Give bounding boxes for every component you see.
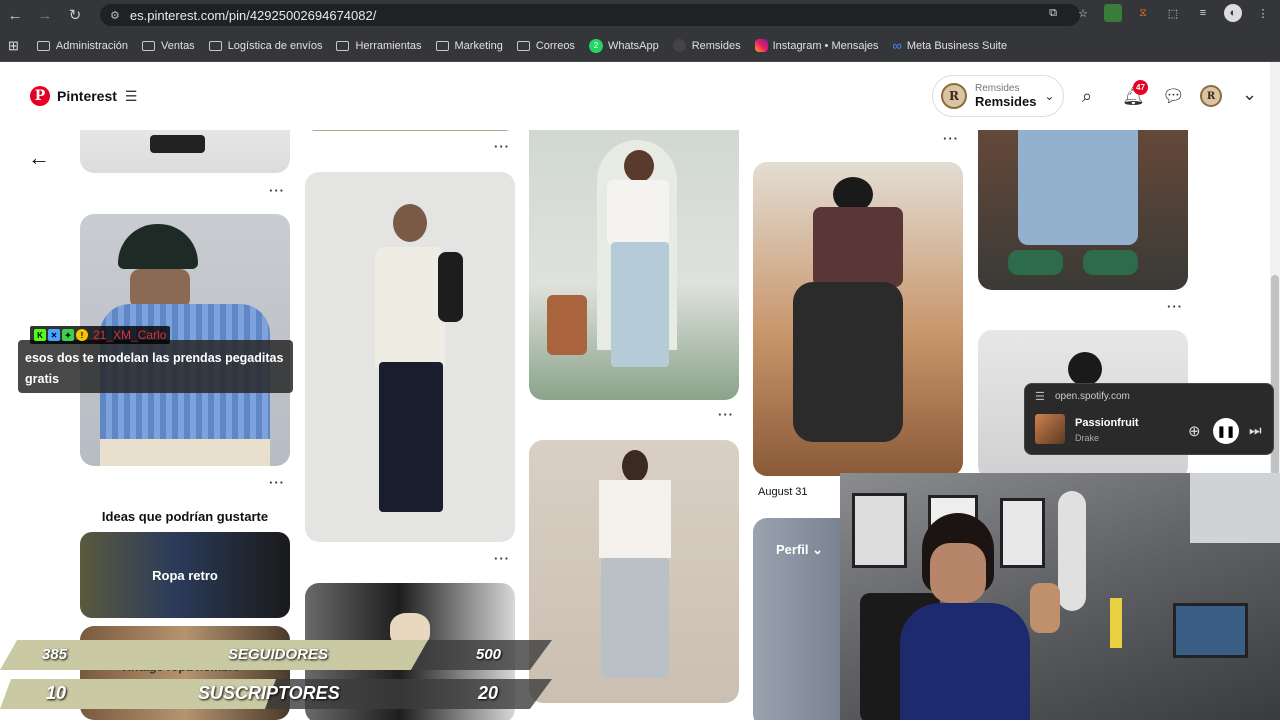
more-options-icon[interactable]: ··· (1167, 299, 1183, 314)
meta-icon: ∞ (892, 38, 902, 53)
pin-image[interactable] (305, 130, 515, 131)
track-title: Passionfruit (1075, 417, 1139, 429)
idea-card-ropa-retro[interactable]: Ropa retro (80, 532, 290, 618)
bookmark-instagram[interactable]: Instagram • Mensajes (754, 39, 879, 52)
back-arrow-icon[interactable]: ← (0, 0, 30, 30)
bookmark-remsides[interactable]: Remsides (672, 39, 741, 52)
install-icon[interactable]: ⧉ (1044, 4, 1062, 22)
account-switcher[interactable]: R Remsides Remsides ⌄ (932, 75, 1064, 117)
reading-list-icon[interactable]: ≡ (1194, 4, 1212, 22)
more-options-icon[interactable]: ··· (943, 131, 959, 146)
extension-orange-icon[interactable]: ⧖ (1134, 4, 1152, 22)
followers-goal: 500 (476, 646, 502, 663)
more-options-icon[interactable]: ··· (269, 183, 285, 198)
bookmark-meta[interactable]: ∞ Meta Business Suite (893, 38, 1008, 53)
pin-image[interactable] (80, 130, 290, 173)
gift-badge-icon: ! (76, 329, 88, 341)
account-label: Remsides (975, 83, 1020, 94)
webcam-overlay (840, 473, 1280, 720)
next-track-icon[interactable]: ⏭ (1249, 422, 1262, 439)
reload-icon[interactable]: ↻ (60, 0, 90, 30)
kick-badge-icon: K (34, 329, 46, 341)
instagram-icon (754, 39, 768, 52)
account-name: Remsides (975, 94, 1037, 109)
pin-image[interactable] (978, 130, 1188, 290)
bookmark-logistica[interactable]: Logística de envíos (208, 40, 322, 52)
chat-username: K ✕ ✦ ! 21_XM_Carlo (30, 326, 171, 344)
ideas-heading: Ideas que podrían gustarte (101, 509, 269, 524)
pinterest-logo[interactable]: P Pinterest ☰ (30, 86, 137, 106)
spotify-source: open.spotify.com (1055, 391, 1130, 402)
apps-grid-icon[interactable]: ⊞ (8, 38, 19, 54)
pinterest-p-icon: P (30, 86, 50, 106)
bookmark-administracion[interactable]: Administración (36, 40, 128, 52)
back-arrow-icon[interactable]: ← (28, 145, 50, 171)
pinterest-header: P Pinterest ☰ R Remsides Remsides ⌄ ⌕ 🔔︎… (0, 62, 1270, 130)
bookmarks-bar: ⊞ Administración Ventas Logística de env… (0, 30, 1280, 62)
profile-avatar[interactable]: R (1200, 85, 1222, 107)
add-icon[interactable]: ⊕ (1188, 422, 1201, 440)
pin-image[interactable] (305, 172, 515, 542)
search-icon[interactable]: ⌕ (1082, 86, 1092, 107)
bookmark-marketing[interactable]: Marketing (435, 40, 503, 52)
pin-image[interactable] (529, 440, 739, 703)
chat-message: esos dos te modelan las prendas pegadita… (25, 351, 284, 386)
pause-button[interactable]: ❚❚ (1213, 418, 1239, 444)
chevron-down-icon: ⌄ (1044, 89, 1055, 103)
spotify-mini-player[interactable]: ☰ open.spotify.com Passionfruit Drake ⊕ … (1024, 383, 1274, 455)
idea-card-label: Ropa retro (152, 567, 218, 583)
more-options-icon[interactable]: ··· (494, 551, 510, 566)
folder-icon (516, 40, 530, 51)
profile-avatar-icon[interactable]: ◐ (1224, 4, 1242, 22)
forward-arrow-icon[interactable]: → (30, 0, 60, 30)
remsides-icon (672, 39, 686, 52)
whatsapp-icon: 2 (588, 38, 603, 53)
brand-name: Pinterest (57, 88, 117, 104)
more-options-icon[interactable]: ··· (269, 475, 285, 490)
album-art (1035, 414, 1065, 444)
folder-icon (142, 40, 156, 51)
perfil-button[interactable]: Perfil ⌄ (776, 542, 823, 558)
folder-icon (208, 40, 222, 51)
notification-badge: 47 (1133, 80, 1148, 95)
hamburger-menu-icon[interactable]: ☰ (125, 88, 138, 105)
account-avatar: R (941, 83, 967, 109)
site-info-icon[interactable]: ⚙ (110, 9, 120, 22)
track-artist: Drake (1075, 433, 1100, 443)
browser-toolbar: ← → ↻ ⚙ es.pinterest.com/pin/42925002694… (0, 0, 1280, 30)
pin-image[interactable] (529, 130, 739, 400)
folder-icon (36, 40, 50, 51)
followers-label: SEGUIDORES (228, 646, 329, 663)
settings-icon[interactable]: ☰ (1035, 390, 1045, 403)
subscribers-current: 10 (46, 683, 67, 703)
address-bar[interactable]: ⚙ es.pinterest.com/pin/42925002694674082… (100, 4, 1080, 26)
chevron-down-icon[interactable]: ⌄ (1242, 84, 1257, 105)
bookmark-star-icon[interactable]: ☆ (1074, 4, 1092, 22)
folder-icon (435, 40, 449, 51)
pin-image[interactable] (753, 162, 963, 476)
folder-icon (336, 40, 350, 51)
bookmark-correos[interactable]: Correos (516, 40, 575, 52)
pin-date: August 31 (758, 486, 808, 498)
messages-icon[interactable]: 💬︎ (1162, 86, 1185, 107)
subscribers-goal: 20 (478, 683, 499, 703)
bookmark-ventas[interactable]: Ventas (142, 40, 195, 52)
url-text: es.pinterest.com/pin/42925002694674082/ (129, 7, 377, 23)
extension-green-icon[interactable] (1104, 4, 1122, 22)
followers-current: 385 (42, 646, 68, 663)
more-options-icon[interactable]: ··· (494, 139, 510, 154)
chrome-menu-icon[interactable]: ⋮ (1254, 4, 1272, 22)
more-options-icon[interactable]: ··· (718, 407, 734, 422)
sub-badge-icon: ✦ (62, 329, 74, 341)
subscribers-label: SUSCRIPTORES (198, 683, 340, 703)
extensions-puzzle-icon[interactable]: ⬚ (1164, 4, 1182, 22)
bookmark-herramientas[interactable]: Herramientas (336, 40, 422, 52)
mod-badge-icon: ✕ (48, 329, 60, 341)
bookmark-whatsapp[interactable]: 2 WhatsApp (588, 38, 659, 53)
